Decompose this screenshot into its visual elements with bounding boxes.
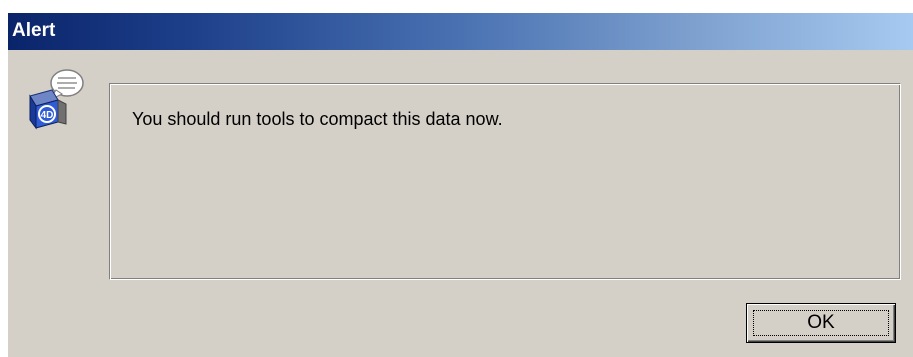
title-bar[interactable]: Alert [8,13,913,50]
message-panel: You should run tools to compact this dat… [109,83,901,280]
ok-button[interactable]: OK [746,303,896,343]
svg-text:4D: 4D [41,110,54,121]
alert-dialog: Alert 4D You should run tools to compact… [7,12,913,357]
window-title: Alert [12,20,56,41]
alert-message: You should run tools to compact this dat… [132,109,503,129]
ok-button-label: OK [807,312,835,333]
4d-database-icon: 4D [22,66,88,132]
